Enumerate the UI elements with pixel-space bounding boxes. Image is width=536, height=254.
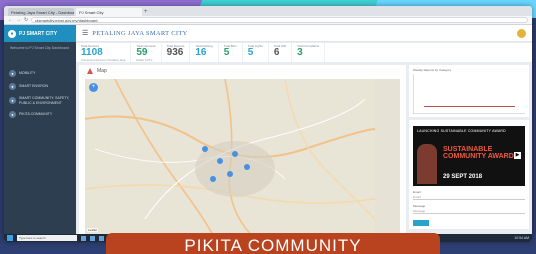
stat-value: 6 [273, 47, 280, 58]
stat-card: Total Wifi 6 [269, 43, 293, 62]
forward-icon[interactable]: → [16, 17, 21, 23]
stat-value: 16 [195, 47, 207, 58]
stats-row: Total Sensors 1108 Connected devices in … [76, 43, 532, 62]
promo-header: LAUNCHING SUSTAINABLE COMMUNITY AWARD [417, 129, 506, 133]
windows-start-icon[interactable] [7, 235, 13, 241]
chart-title: Weekly Reports by Category [413, 68, 452, 72]
back-icon[interactable]: ← [8, 17, 13, 23]
stat-card: Total Cameras 59 Public CCTV [131, 43, 162, 62]
logo-icon: ● [8, 29, 16, 38]
message-field[interactable]: Message [413, 208, 525, 214]
map-header: Map [79, 65, 406, 77]
sidebar-item-label: PIKITA COMMUNITY [19, 112, 53, 117]
browser-tab-active[interactable]: PJ Smart City [76, 8, 142, 16]
map-view[interactable]: + Leaflet [85, 79, 400, 234]
sidebar-item-mobility[interactable]: ● MOBILITY [4, 67, 76, 80]
welcome-text: Welcome to PJ Smart City Dashboard [10, 46, 69, 50]
promo-photo [417, 144, 437, 184]
main-area: ☰ PETALING JAYA SMART CITY Total Sensors… [76, 25, 532, 234]
promo-headline: SUSTAINABLE COMMUNITY AWARD [443, 146, 514, 160]
submit-button[interactable] [413, 220, 429, 226]
map-attribution[interactable]: Leaflet [87, 228, 99, 232]
sidebar-item-pikita[interactable]: ● PIKITA COMMUNITY [4, 108, 76, 121]
mini-chart [413, 74, 525, 114]
stat-value: 936 [166, 47, 184, 58]
reload-icon[interactable]: ↻ [24, 17, 28, 23]
sidebar: ● PJ SMART CITY Welcome to PJ Smart City… [4, 25, 76, 234]
warning-icon [87, 68, 93, 74]
caption-banner: PIKITA COMMUNITY [106, 233, 440, 254]
stat-value: 1108 [81, 47, 103, 58]
email-field[interactable]: Email [413, 194, 525, 200]
taskbar-app-icon[interactable] [81, 235, 86, 241]
map-title: Map [97, 68, 107, 74]
stat-value: 3 [297, 47, 303, 58]
avatar[interactable] [517, 28, 526, 38]
stat-value: 5 [247, 47, 254, 58]
zoom-control[interactable]: + [89, 83, 98, 92]
tab-bar: Petaling Jaya Smart City - Dashboard PJ … [4, 6, 532, 16]
browser-tab[interactable]: Petaling Jaya Smart City - Dashboard [8, 8, 74, 16]
right-column: Weekly Reports by Category LAUNCHING SUS… [409, 65, 529, 234]
sidebar-item-environ[interactable]: ● SMART ENVIRON [4, 80, 76, 93]
car-icon: ● [9, 70, 16, 77]
address-bar: ← → ↻ pjsmartcity.mbpj.gov.my/dashboard [4, 16, 532, 25]
taskbar-app-icon[interactable] [90, 235, 95, 241]
sidebar-item-community-safety[interactable]: ● SMART COMMUNITY, SAFETY, PUBLIC & ENVI… [4, 93, 76, 108]
url-input[interactable]: pjsmartcity.mbpj.gov.my/dashboard [31, 17, 528, 23]
brand[interactable]: ● PJ SMART CITY [4, 25, 76, 42]
brand-label: PJ SMART CITY [19, 30, 58, 37]
community-icon: ● [9, 111, 16, 118]
content-area: Map + Leaflet Weekly Reports by Category… [76, 62, 532, 234]
taskbar-app-icon[interactable] [99, 235, 104, 241]
people-icon: ● [9, 97, 16, 104]
taskbar-clock: 10:54 AM [514, 236, 529, 240]
stat-value: 59 [136, 47, 148, 58]
stat-card: Total Lights 5 [243, 43, 269, 62]
taskbar-search[interactable]: Type here to search [17, 235, 77, 241]
dashboard-app: ● PJ SMART CITY Welcome to PJ Smart City… [4, 25, 532, 234]
sidebar-item-label: MOBILITY [19, 71, 36, 76]
map-roads [85, 79, 375, 234]
stat-value: 5 [223, 47, 230, 58]
page-title: PETALING JAYA SMART CITY [92, 29, 188, 37]
browser-window: Petaling Jaya Smart City - Dashboard PJ … [4, 6, 532, 242]
promo-date: 29 SEPT 2018 [443, 174, 483, 180]
chart-card: Weekly Reports by Category [409, 65, 529, 117]
next-arrow-icon[interactable]: ▶ [514, 152, 521, 159]
sidebar-item-label: SMART ENVIRON [19, 84, 49, 89]
stat-card: Total Bins 5 [219, 43, 243, 62]
menu-icon[interactable]: ☰ [82, 29, 88, 37]
leaf-icon: ● [9, 83, 16, 90]
stat-card: Total Reports 936 [162, 43, 191, 62]
top-bar: ☰ PETALING JAYA SMART CITY [76, 25, 532, 42]
map-panel: Map + Leaflet [79, 65, 406, 234]
stat-card: Total Parking 16 [190, 43, 219, 62]
sidebar-menu: ● MOBILITY ● SMART ENVIRON ● SMART COMMU… [4, 67, 76, 121]
chart-line [424, 106, 515, 107]
stat-card: Total Complaints 3 [292, 43, 326, 62]
new-tab-icon[interactable]: + [144, 8, 148, 16]
stat-card: Total Sensors 1108 Connected devices in … [76, 43, 132, 62]
promo-card: LAUNCHING SUSTAINABLE COMMUNITY AWARD SU… [409, 120, 529, 229]
sidebar-item-label: SMART COMMUNITY, SAFETY, PUBLIC & ENVIRO… [19, 96, 70, 105]
promo-banner[interactable]: LAUNCHING SUSTAINABLE COMMUNITY AWARD SU… [413, 126, 525, 186]
